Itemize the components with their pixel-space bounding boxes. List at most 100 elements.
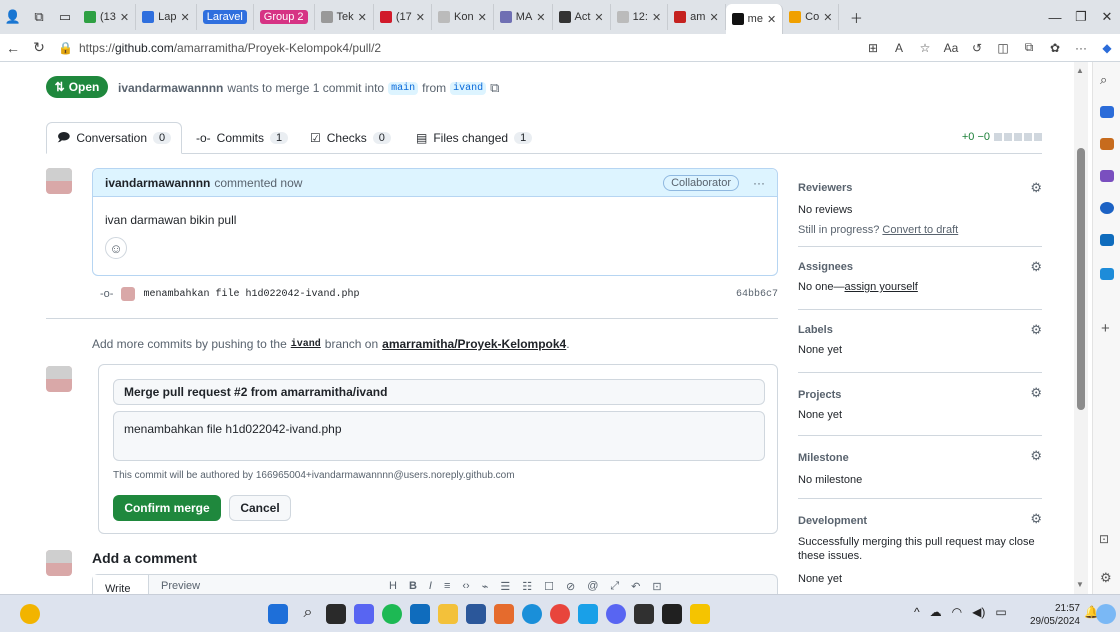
- browser-tab[interactable]: Tek ✕: [315, 4, 374, 30]
- app-icon[interactable]: [690, 604, 710, 624]
- italic-icon[interactable]: I: [429, 580, 432, 593]
- mention-icon[interactable]: @: [587, 580, 598, 593]
- link-icon[interactable]: ⌁: [482, 580, 489, 593]
- xampp-icon[interactable]: [494, 604, 514, 624]
- scroll-up-arrow[interactable]: ▲: [1076, 66, 1084, 75]
- add-sidebar-app-icon[interactable]: +: [1101, 320, 1110, 337]
- profile-icon[interactable]: 👤: [0, 0, 26, 34]
- tab-close-icon[interactable]: ✕: [536, 11, 545, 24]
- gear-icon[interactable]: ⚙: [1030, 180, 1042, 196]
- commit-message[interactable]: menambahkan file h1d022042-ivand.php: [143, 289, 359, 300]
- close-window-button[interactable]: ✕: [1094, 0, 1120, 34]
- url-field[interactable]: 🔒 https://github.com/amarramitha/Proyek-…: [58, 41, 698, 55]
- browser-tab[interactable]: Act ✕: [553, 4, 611, 30]
- heading-icon[interactable]: H: [389, 580, 397, 593]
- discover-icon[interactable]: [1100, 106, 1114, 118]
- assign-yourself-link[interactable]: assign yourself: [844, 281, 917, 293]
- refresh-extension-icon[interactable]: ↺: [964, 41, 990, 55]
- gear-icon[interactable]: ⚙: [1030, 259, 1042, 275]
- browser-tab[interactable]: Kon ✕: [432, 4, 494, 30]
- browser-tab[interactable]: am ✕: [668, 4, 726, 30]
- comment-author[interactable]: ivandarmawannnn: [105, 176, 210, 190]
- office-icon[interactable]: [1100, 202, 1114, 214]
- spotify-icon[interactable]: [382, 604, 402, 624]
- tab-conversation[interactable]: 🗩 Conversation 0: [46, 122, 183, 154]
- gear-icon[interactable]: ⚙: [1030, 322, 1042, 338]
- commit-sha[interactable]: 64bb6c7: [736, 289, 778, 300]
- task-list-icon[interactable]: ☐: [544, 580, 554, 593]
- browser-tab[interactable]: 12: ✕: [611, 4, 669, 30]
- bold-icon[interactable]: B: [409, 580, 417, 593]
- convert-to-draft-link[interactable]: Convert to draft: [882, 224, 958, 236]
- tab-close-icon[interactable]: ✕: [709, 11, 718, 24]
- telegram-icon[interactable]: [1100, 268, 1114, 280]
- tools-icon[interactable]: [1100, 170, 1114, 182]
- sidebar-heading[interactable]: Labels: [798, 324, 833, 336]
- app-available-icon[interactable]: ⊞: [860, 41, 886, 55]
- sidebar-heading[interactable]: Development: [798, 515, 867, 527]
- tab-group-label[interactable]: Laravel: [202, 10, 247, 24]
- teams-icon[interactable]: [354, 604, 374, 624]
- battery-icon[interactable]: ▭: [995, 605, 1006, 619]
- cloud-icon[interactable]: ☁: [930, 605, 942, 619]
- app-icon[interactable]: [578, 604, 598, 624]
- add-reaction-icon[interactable]: ☺: [105, 237, 127, 259]
- tab-checks[interactable]: ☑ Checks 0: [300, 122, 401, 154]
- avatar[interactable]: [46, 366, 72, 392]
- tab-close-icon[interactable]: ✕: [652, 11, 661, 24]
- pr-author-link[interactable]: ivandarmawannnn: [118, 81, 223, 95]
- browser-tab[interactable]: Laravel: [197, 4, 254, 30]
- attach-icon[interactable]: ⊘: [566, 580, 575, 593]
- tab-close-icon[interactable]: ✕: [478, 11, 487, 24]
- tab-close-icon[interactable]: ✕: [180, 11, 189, 24]
- start-icon[interactable]: [268, 604, 288, 624]
- commit-avatar[interactable]: [121, 287, 136, 301]
- scrollbar-thumb[interactable]: [1077, 148, 1085, 410]
- edge-icon[interactable]: [522, 604, 542, 624]
- restore-button[interactable]: ❐: [1068, 0, 1094, 34]
- terminal-icon[interactable]: [634, 604, 654, 624]
- github-desktop-icon[interactable]: [662, 604, 682, 624]
- code-icon[interactable]: ‹›: [462, 580, 469, 593]
- cancel-button[interactable]: Cancel: [229, 495, 291, 521]
- copilot-taskbar-icon[interactable]: [1096, 604, 1116, 624]
- workspaces-icon[interactable]: ⧉: [26, 0, 52, 34]
- discord-icon[interactable]: [606, 604, 626, 624]
- tab-preview[interactable]: Preview: [161, 580, 200, 592]
- tab-close-icon[interactable]: ✕: [358, 11, 367, 24]
- head-branch[interactable]: ivand: [450, 81, 487, 95]
- wifi-icon[interactable]: ◠: [952, 605, 962, 619]
- base-branch[interactable]: main: [388, 81, 419, 95]
- merge-title-input[interactable]: Merge pull request #2 from amarramitha/i…: [113, 379, 765, 405]
- browser-tab[interactable]: me ✕: [725, 4, 784, 34]
- browser-tab[interactable]: (13 ✕: [78, 4, 137, 30]
- confirm-merge-button[interactable]: Confirm merge: [113, 495, 221, 521]
- minimize-button[interactable]: —: [1042, 0, 1068, 34]
- scroll-down-arrow[interactable]: ▼: [1076, 580, 1084, 589]
- browser-tab[interactable]: Lap ✕: [136, 4, 197, 30]
- tab-commits[interactable]: -o- Commits 1: [186, 122, 298, 154]
- tab-close-icon[interactable]: ✕: [416, 11, 425, 24]
- new-tab-button[interactable]: ＋: [843, 0, 869, 34]
- mail-icon[interactable]: [410, 604, 430, 624]
- sidebar-heading[interactable]: Projects: [798, 389, 841, 401]
- avatar[interactable]: [46, 550, 72, 576]
- tab-write[interactable]: Write: [93, 575, 149, 595]
- gear-icon[interactable]: ⚙: [1030, 385, 1042, 401]
- split-screen-icon[interactable]: ◫: [990, 41, 1016, 55]
- slash-command-icon[interactable]: ⊡: [652, 580, 661, 593]
- shopping-icon[interactable]: [1100, 138, 1114, 150]
- back-button[interactable]: ←: [0, 40, 26, 56]
- avatar[interactable]: [46, 168, 72, 194]
- search-icon[interactable]: ⌕: [298, 604, 318, 624]
- read-aloud-icon[interactable]: A: [886, 41, 912, 55]
- sidebar-heading[interactable]: Assignees: [798, 261, 853, 273]
- tab-group-label[interactable]: Group 2: [259, 10, 308, 24]
- tab-close-icon[interactable]: ✕: [594, 11, 603, 24]
- file-explorer-icon[interactable]: [438, 604, 458, 624]
- browser-tab[interactable]: (17 ✕: [374, 4, 432, 30]
- refresh-button[interactable]: ↻: [26, 39, 52, 56]
- sidebar-settings-icon[interactable]: ⚙: [1100, 570, 1112, 586]
- sidebar-layout-icon[interactable]: ⊡: [1099, 532, 1109, 546]
- ordered-list-icon[interactable]: ☷: [522, 580, 532, 593]
